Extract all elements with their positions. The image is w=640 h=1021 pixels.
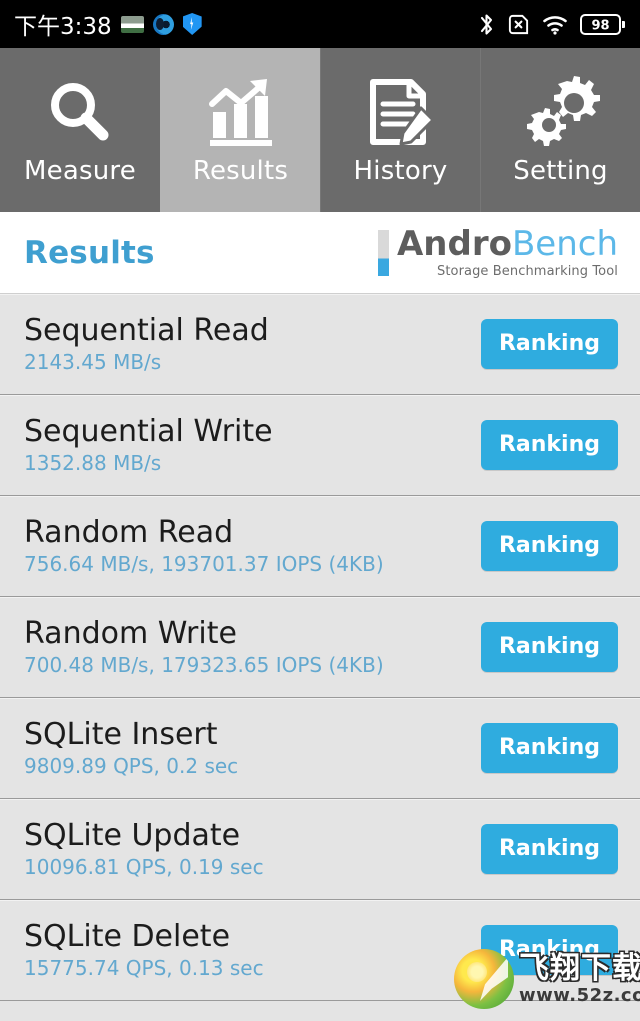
- bluetooth-icon: [480, 13, 493, 35]
- shield-icon: [182, 13, 202, 35]
- brand-tagline: Storage Benchmarking Tool: [436, 263, 618, 279]
- ranking-button[interactable]: Ranking: [480, 319, 618, 369]
- magnifier-icon: [43, 74, 117, 152]
- benchmark-name: Random Write: [24, 616, 237, 651]
- brand-name-primary: Andro: [396, 223, 512, 264]
- tab-setting-label: Setting: [513, 156, 608, 186]
- row-text: SQLite Insert 9809.89 QPS, 0.2 sec: [24, 718, 238, 778]
- row-text: SQLite Delete 15775.74 QPS, 0.13 sec: [24, 920, 264, 980]
- table-row[interactable]: Sequential Read 2143.45 MB/s Ranking: [0, 294, 640, 395]
- status-bar-left: 下午3:38: [14, 7, 202, 41]
- logo-bar-icon: [377, 229, 389, 276]
- ranking-button[interactable]: Ranking: [480, 723, 618, 773]
- benchmark-name: SQLite Delete: [24, 919, 231, 954]
- benchmark-name: SQLite Update: [24, 818, 241, 853]
- row-text: Sequential Write 1352.88 MB/s: [24, 415, 273, 475]
- benchmark-value: 1352.88 MB/s: [24, 451, 162, 475]
- tab-history[interactable]: History: [320, 48, 480, 212]
- clock: 下午3:38: [14, 14, 112, 40]
- brand-text: AndroBench Storage Benchmarking Tool: [397, 227, 618, 279]
- benchmark-value: 700.48 MB/s, 179323.65 IOPS (4KB): [24, 653, 384, 677]
- benchmark-value: 9809.89 QPS, 0.2 sec: [24, 754, 239, 778]
- tab-results[interactable]: Results: [160, 48, 320, 212]
- no-sim-icon: [508, 14, 529, 34]
- eye-icon: [152, 13, 174, 35]
- tab-setting[interactable]: Setting: [480, 48, 640, 212]
- benchmark-value: 10096.81 QPS, 0.19 sec: [24, 855, 264, 879]
- page-header: Results AndroBench Storage Benchmarking …: [0, 212, 640, 294]
- table-row[interactable]: SQLite Insert 9809.89 QPS, 0.2 sec Ranki…: [0, 698, 640, 799]
- androbench-logo: AndroBench Storage Benchmarking Tool: [377, 227, 618, 279]
- ranking-button[interactable]: Ranking: [480, 925, 618, 975]
- row-text: Random Write 700.48 MB/s, 179323.65 IOPS…: [24, 617, 384, 677]
- row-text: Sequential Read 2143.45 MB/s: [24, 314, 269, 374]
- tab-measure-label: Measure: [24, 156, 136, 186]
- status-bar: 下午3:38 98: [0, 0, 640, 48]
- page-title: Results: [24, 234, 155, 271]
- benchmark-name: SQLite Insert: [24, 717, 218, 752]
- wifi-icon: [543, 15, 567, 35]
- table-row[interactable]: SQLite Delete 15775.74 QPS, 0.13 sec Ran…: [0, 900, 640, 1001]
- brand-name-secondary: Bench: [511, 223, 618, 264]
- main-tab-bar: Measure Results History Setting: [0, 48, 640, 212]
- sd-card-icon: [120, 15, 144, 33]
- row-text: Random Read 756.64 MB/s, 193701.37 IOPS …: [24, 516, 384, 576]
- benchmark-name: Sequential Read: [24, 313, 269, 348]
- bar-chart-icon: [203, 74, 279, 152]
- table-row[interactable]: Random Write 700.48 MB/s, 179323.65 IOPS…: [0, 597, 640, 698]
- table-row[interactable]: Random Read 756.64 MB/s, 193701.37 IOPS …: [0, 496, 640, 597]
- benchmark-name: Sequential Write: [24, 414, 273, 449]
- app-screen: 下午3:38 98 Measure Results History Settin…: [0, 0, 640, 1021]
- results-list: Sequential Read 2143.45 MB/s Ranking Seq…: [0, 294, 640, 1001]
- benchmark-name: Random Read: [24, 515, 234, 550]
- benchmark-value: 756.64 MB/s, 193701.37 IOPS (4KB): [24, 552, 384, 576]
- gears-icon: [521, 74, 601, 152]
- tab-history-label: History: [353, 156, 448, 186]
- table-row[interactable]: SQLite Update 10096.81 QPS, 0.19 sec Ran…: [0, 799, 640, 900]
- tab-measure[interactable]: Measure: [0, 48, 160, 212]
- ranking-button[interactable]: Ranking: [480, 521, 618, 571]
- table-row[interactable]: Sequential Write 1352.88 MB/s Ranking: [0, 395, 640, 496]
- ranking-button[interactable]: Ranking: [480, 420, 618, 470]
- ranking-button[interactable]: Ranking: [480, 824, 618, 874]
- battery-icon: 98: [580, 13, 625, 35]
- ranking-button[interactable]: Ranking: [480, 622, 618, 672]
- brand-name: AndroBench: [397, 227, 618, 261]
- document-pencil-icon: [363, 74, 439, 152]
- benchmark-value: 15775.74 QPS, 0.13 sec: [24, 956, 264, 980]
- tab-results-label: Results: [192, 156, 289, 186]
- battery-level-text: 98: [591, 18, 609, 33]
- status-bar-right: 98: [478, 12, 626, 37]
- benchmark-value: 2143.45 MB/s: [24, 350, 162, 374]
- row-text: SQLite Update 10096.81 QPS, 0.19 sec: [24, 819, 264, 879]
